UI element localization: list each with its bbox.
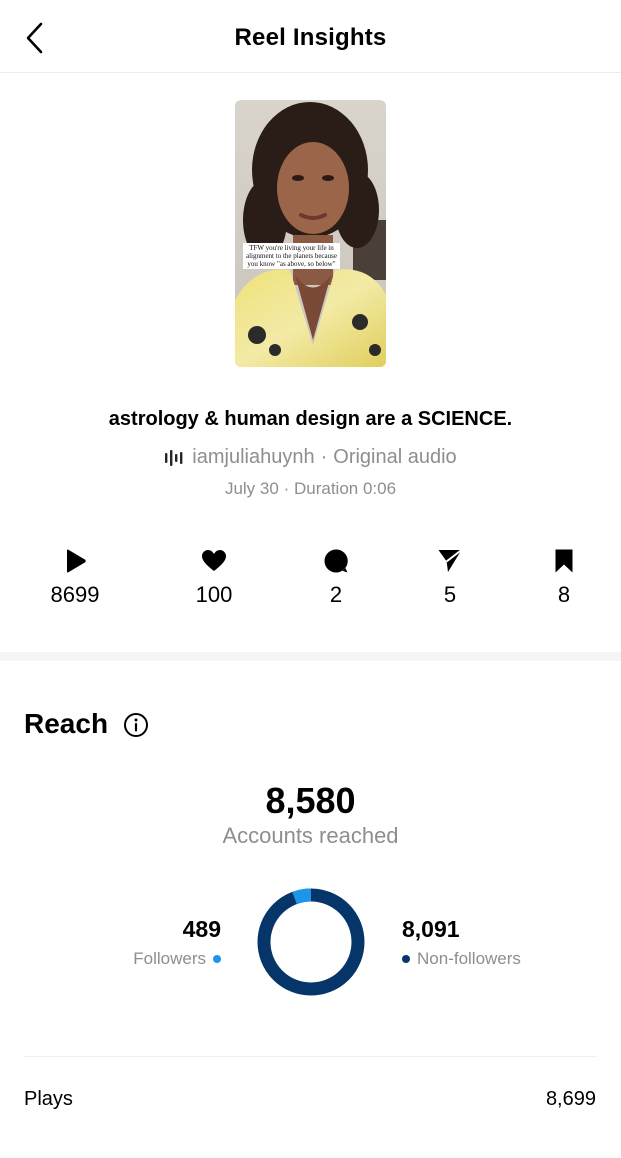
reel-thumbnail-image	[235, 100, 386, 367]
page-title: Reel Insights	[234, 24, 387, 51]
plays-value: 8,699	[545, 1088, 596, 1110]
audio-name: Original audio	[333, 446, 457, 468]
reach-donut-chart	[257, 888, 365, 996]
donut-segment-non-followers	[257, 888, 365, 996]
engagement-stats: 8699 100 2 5 8	[0, 548, 621, 618]
stat-saves: 8	[504, 548, 621, 608]
share-icon	[438, 549, 463, 572]
non-followers-legend: 8,091 Non-followers	[402, 916, 521, 969]
followers-label: Followers	[133, 949, 206, 968]
stat-value: 8699	[50, 582, 100, 607]
reel-thumbnail[interactable]: TFW you're living your life in alignment…	[235, 100, 386, 367]
bookmark-icon	[555, 549, 573, 573]
stat-value: 8	[557, 582, 571, 607]
stat-value: 100	[195, 582, 233, 607]
reel-title: astrology & human design are a SCIENCE.	[108, 408, 513, 430]
non-followers-value: 8,091	[402, 916, 460, 942]
info-icon[interactable]	[123, 712, 149, 738]
section-divider	[0, 652, 621, 661]
reel-duration: Duration 0:06	[293, 479, 397, 498]
non-followers-label-row: Non-followers	[402, 949, 521, 969]
reel-meta: July 30 · Duration 0:06	[0, 479, 621, 499]
accounts-reached-label: Accounts reached	[222, 823, 399, 848]
audio-username: iamjuliahuynh	[192, 446, 315, 468]
comment-icon	[324, 549, 348, 573]
top-bar: Reel Insights	[0, 0, 621, 73]
divider	[24, 1056, 597, 1057]
followers-label-row: Followers	[133, 949, 221, 969]
followers-value: 489	[182, 916, 221, 942]
plays-label: Plays	[24, 1088, 73, 1110]
heart-icon	[202, 550, 226, 571]
stat-likes: 100	[154, 548, 274, 608]
stat-plays: 8699	[15, 548, 135, 608]
reel-date: July 30	[224, 479, 279, 498]
followers-legend: 489 Followers	[133, 916, 221, 969]
donut-segment-followers	[257, 888, 365, 996]
reach-title: Reach	[24, 708, 109, 739]
stat-value: 5	[443, 582, 457, 607]
non-followers-label: Non-followers	[417, 949, 521, 968]
stat-value: 2	[329, 582, 343, 607]
stat-shares: 5	[390, 548, 510, 608]
audio-link[interactable]: iamjuliahuynh · Original audio	[0, 446, 621, 469]
audio-waveform-icon	[165, 449, 183, 466]
meta-separator: ·	[283, 479, 290, 498]
thumbnail-caption: TFW you're living your life in alignment…	[243, 243, 340, 269]
play-icon	[67, 549, 86, 573]
audio-separator: ·	[320, 446, 328, 468]
followers-dot	[213, 955, 221, 963]
accounts-reached-value: 8,580	[265, 780, 356, 821]
non-followers-dot	[402, 955, 410, 963]
stat-comments: 2	[276, 548, 396, 608]
